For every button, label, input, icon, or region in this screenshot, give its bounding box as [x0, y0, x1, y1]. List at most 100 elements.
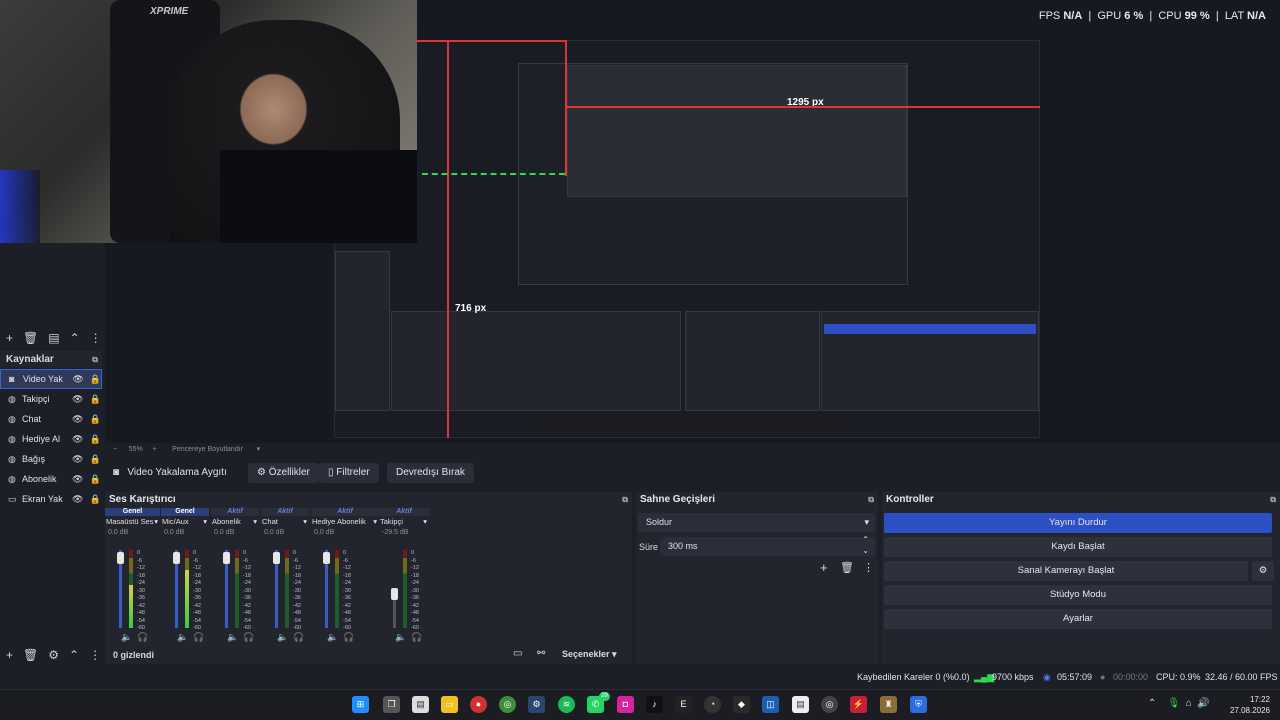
app-icon[interactable]: ♜: [880, 696, 897, 713]
start-recording-button[interactable]: Kaydı Başlat: [884, 537, 1272, 557]
lock-icon[interactable]: 🔒: [89, 454, 100, 465]
filter-icon[interactable]: ▤: [48, 331, 59, 345]
start-virtual-camera-button[interactable]: Sanal Kamerayı Başlat: [884, 561, 1248, 581]
chevron-down-icon[interactable]: ▾: [154, 517, 158, 527]
microphone-icon[interactable]: 🎙: [1168, 698, 1181, 709]
transition-select[interactable]: Soldur ▾: [638, 513, 875, 532]
chevron-down-icon[interactable]: ▾: [257, 446, 261, 453]
lock-icon[interactable]: 🔒: [89, 474, 100, 485]
chevron-down-icon[interactable]: ▾: [423, 517, 427, 527]
stop-stream-button[interactable]: Yayını Durdur: [884, 513, 1272, 533]
more-icon[interactable]: ⋮: [863, 561, 874, 574]
add-icon[interactable]: +: [6, 331, 13, 345]
fader-handle[interactable]: [391, 588, 398, 600]
gear-icon[interactable]: ⚙: [48, 648, 59, 662]
windows-start-icon[interactable]: ⊞: [352, 696, 369, 713]
spin-arrows-icon[interactable]: ⌃ ⌄: [862, 534, 869, 556]
headphones-icon[interactable]: 🎧: [343, 632, 354, 643]
source-item[interactable]: ▭ Ekran Yak 👁 🔒: [0, 489, 102, 509]
headphones-icon[interactable]: 🎧: [193, 632, 204, 643]
shield-icon[interactable]: ⛨: [910, 696, 927, 713]
more-icon[interactable]: ⋮: [90, 331, 102, 345]
chrome-icon[interactable]: ◎: [499, 696, 516, 713]
channel-name[interactable]: Abonelik ▾: [211, 517, 259, 527]
popout-icon[interactable]: ⧉: [92, 351, 98, 368]
speaker-icon[interactable]: 🔈: [327, 632, 338, 643]
gear-icon[interactable]: ⚙: [1252, 561, 1274, 581]
chevron-down-icon[interactable]: ▾: [253, 517, 257, 527]
studio-mode-button[interactable]: Stüdyo Modu: [884, 585, 1272, 605]
chevron-up-icon[interactable]: ⌃: [69, 648, 79, 662]
chevron-down-icon[interactable]: ▾: [303, 517, 307, 527]
speaker-icon[interactable]: 🔈: [277, 632, 288, 643]
chevron-up-icon[interactable]: ⌃: [1148, 698, 1156, 709]
notepad-icon[interactable]: ▤: [412, 696, 429, 713]
options-button[interactable]: Seçenekler ▾: [562, 649, 617, 660]
app-icon[interactable]: ◆: [733, 696, 750, 713]
trash-icon[interactable]: 🗑: [840, 561, 854, 574]
fader-handle[interactable]: [323, 552, 330, 564]
add-icon[interactable]: +: [6, 648, 13, 662]
volume-icon[interactable]: 🔊: [1197, 698, 1209, 709]
channel-name[interactable]: Takipçi ▾: [379, 517, 429, 527]
document-icon[interactable]: ▤: [792, 696, 809, 713]
fader-handle[interactable]: [117, 552, 124, 564]
fader-handle[interactable]: [273, 552, 280, 564]
lock-icon[interactable]: 🔒: [89, 394, 100, 405]
speaker-icon[interactable]: 🔈: [227, 632, 238, 643]
headphones-icon[interactable]: 🎧: [137, 632, 148, 643]
popout-icon[interactable]: ⧉: [1270, 492, 1276, 507]
filters-button[interactable]: ▯ Filtreler: [319, 463, 379, 483]
speaker-icon[interactable]: 🔈: [121, 632, 132, 643]
source-item[interactable]: ◍ Takipçi 👁 🔒: [0, 389, 102, 409]
zoom-out-button[interactable]: −: [113, 446, 117, 453]
visibility-eye-icon[interactable]: 👁: [72, 374, 83, 385]
instagram-icon[interactable]: ◘: [617, 696, 634, 713]
popout-icon[interactable]: ⧉: [622, 492, 628, 507]
source-item[interactable]: ◍ Bağış 👁 🔒: [0, 449, 102, 469]
headphones-icon[interactable]: 🎧: [243, 632, 254, 643]
lock-icon[interactable]: 🔒: [89, 494, 100, 505]
headphones-icon[interactable]: 🎧: [293, 632, 304, 643]
tiktok-icon[interactable]: ♪: [646, 696, 663, 713]
speaker-icon[interactable]: 🔈: [395, 632, 406, 643]
source-item[interactable]: ◙ Video Yak 👁 🔒: [0, 369, 102, 389]
channel-name[interactable]: Mic/Aux ▾: [161, 517, 209, 527]
visibility-eye-icon[interactable]: 👁: [72, 474, 83, 485]
duration-input[interactable]: 300 ms ⌃ ⌄: [660, 534, 875, 556]
lock-icon[interactable]: 🔒: [89, 414, 100, 425]
source-item[interactable]: ◍ Abonelik 👁 🔒: [0, 469, 102, 489]
channel-name[interactable]: Chat ▾: [261, 517, 309, 527]
fader-handle[interactable]: [173, 552, 180, 564]
app-icon[interactable]: ⚡: [850, 696, 867, 713]
properties-button[interactable]: ⚙ Özellikler: [248, 463, 319, 483]
system-clock[interactable]: 17:22 27.08.2026: [1230, 694, 1270, 716]
visibility-eye-icon[interactable]: 👁: [72, 414, 83, 425]
obs-icon[interactable]: ◎: [821, 696, 838, 713]
settings-button[interactable]: Ayarlar: [884, 609, 1272, 629]
trash-icon[interactable]: 🗑: [23, 648, 38, 662]
file-explorer-icon[interactable]: ▭: [441, 696, 458, 713]
network-icon[interactable]: ⌂: [1186, 698, 1192, 709]
lock-icon[interactable]: 🔒: [90, 374, 101, 385]
visibility-eye-icon[interactable]: 👁: [72, 434, 83, 445]
steam-icon[interactable]: ⚙: [528, 696, 545, 713]
app-icon[interactable]: ◫: [762, 696, 779, 713]
channel-name[interactable]: Hediye Abonelik ▾: [311, 517, 379, 527]
visibility-eye-icon[interactable]: 👁: [72, 454, 83, 465]
source-item[interactable]: ◍ Hediye Al 👁 🔒: [0, 429, 102, 449]
source-item[interactable]: ◍ Chat 👁 🔒: [0, 409, 102, 429]
popout-icon[interactable]: ⧉: [868, 492, 874, 507]
headphones-icon[interactable]: 🎧: [411, 632, 422, 643]
channel-name[interactable]: Masaüstü Ses ▾: [105, 517, 160, 527]
chevron-down-icon[interactable]: ▾: [373, 517, 377, 527]
fader-handle[interactable]: [223, 552, 230, 564]
layout-icon[interactable]: ▭: [513, 648, 522, 659]
chevron-down-icon[interactable]: ▾: [203, 517, 207, 527]
zoom-in-button[interactable]: +: [153, 446, 157, 453]
more-icon[interactable]: ⋮: [89, 648, 101, 662]
chevron-up-icon[interactable]: ⌃: [70, 331, 80, 345]
link-icon[interactable]: ⚯: [537, 648, 545, 659]
visibility-eye-icon[interactable]: 👁: [72, 494, 83, 505]
trash-icon[interactable]: 🗑: [23, 331, 38, 345]
